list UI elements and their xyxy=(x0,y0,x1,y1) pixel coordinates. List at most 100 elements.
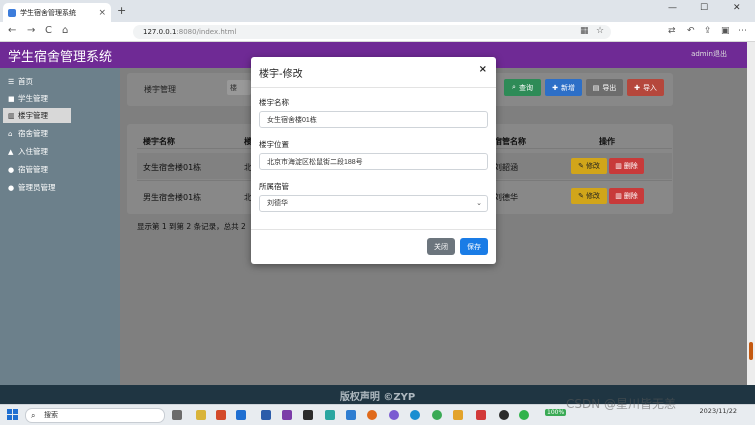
edit-button[interactable]: ✎ 修改 xyxy=(571,158,607,174)
sidebar-item-label: 学生管理 xyxy=(18,94,48,103)
modal-header-divider xyxy=(251,87,496,88)
building-location-label: 楼宇位置 xyxy=(259,140,289,149)
close-icon[interactable]: × xyxy=(479,64,487,75)
chrome-icon[interactable] xyxy=(432,410,442,420)
search-icon: ⌕ xyxy=(512,83,516,91)
page-scrollbar[interactable] xyxy=(747,42,755,385)
add-button[interactable]: ✚ 新增 xyxy=(545,79,582,96)
collections-icon[interactable]: ▣ xyxy=(721,26,730,36)
maximize-icon[interactable]: ☐ xyxy=(700,3,708,13)
windows-start-icon[interactable] xyxy=(7,409,18,420)
sidebar-item-students[interactable]: ■ 学生管理 xyxy=(8,91,48,106)
manager-select[interactable]: 刘德华 ⌄ xyxy=(259,195,488,212)
tab-close-icon[interactable]: × xyxy=(98,8,106,18)
url-host: 127.0.0.1 xyxy=(143,28,177,36)
building-icon: ▥ xyxy=(8,111,15,120)
query-button[interactable]: ⌕ 查询 xyxy=(504,79,541,96)
app-icon[interactable] xyxy=(196,410,206,420)
folder-icon[interactable] xyxy=(453,410,463,420)
terminal-icon[interactable] xyxy=(303,410,313,420)
building-name-field[interactable] xyxy=(259,111,488,128)
browser-tab[interactable]: 学生宿舍管理系统 × xyxy=(3,3,111,22)
scrollbar-thumb[interactable] xyxy=(749,342,753,360)
qq-icon[interactable] xyxy=(499,410,509,420)
manager-selected-value: 刘德华 xyxy=(267,199,288,207)
sidebar-item-supervisors[interactable]: ● 宿管管理 xyxy=(8,162,48,177)
new-tab-button[interactable]: + xyxy=(117,4,126,17)
cell-name: 女生宿舍楼01栋 xyxy=(143,163,202,172)
address-bar-row: ← → C ⌂ 127.0.0.1:8080/index.html ▦ ☆ ⇄ … xyxy=(0,22,755,42)
extension-icon[interactable]: ⇄ xyxy=(668,26,676,36)
sidebar-item-label: 楼宇管理 xyxy=(18,111,48,120)
sidebar-item-label: 管理员管理 xyxy=(18,183,56,192)
pagination-info: 显示第 1 到第 2 条记录，总共 2 xyxy=(137,222,246,231)
taskbar-search[interactable]: ⌕ 搜索 xyxy=(25,408,165,423)
url-path: :8080/index.html xyxy=(176,28,237,36)
student-icon: ■ xyxy=(8,94,15,103)
word-icon[interactable] xyxy=(261,410,271,420)
search-label: 楼宇管理 xyxy=(144,85,176,94)
admin-icon: ● xyxy=(8,183,15,192)
clock[interactable]: 2023/11/22 xyxy=(700,407,737,415)
app-icon[interactable] xyxy=(346,410,356,420)
sidebar-item-dorms[interactable]: ⌂ 宿舍管理 xyxy=(8,126,48,141)
wechat-icon[interactable] xyxy=(519,410,529,420)
delete-button[interactable]: ▥ 删除 xyxy=(609,158,644,174)
edit-button-label: 修改 xyxy=(585,192,600,200)
trash-icon: ▥ xyxy=(615,162,622,170)
edit-button[interactable]: ✎ 修改 xyxy=(571,188,607,204)
import-user-icon: ✚ xyxy=(634,83,640,92)
sidebar-item-label: 入住管理 xyxy=(18,147,48,156)
watermark: CSDN @星川皆无恙 xyxy=(566,397,677,411)
building-name-label: 楼宇名称 xyxy=(259,98,289,107)
onenote-icon[interactable] xyxy=(282,410,292,420)
back-icon[interactable]: ← xyxy=(8,25,16,36)
close-button[interactable]: 关闭 xyxy=(427,238,455,255)
sidebar-item-checkin[interactable]: ▲ 入住管理 xyxy=(8,144,48,159)
sidebar-item-home[interactable]: ☰ 首页 xyxy=(8,74,33,89)
building-location-field[interactable] xyxy=(259,153,488,170)
app-icon[interactable] xyxy=(325,410,335,420)
sidebar-item-label: 宿管管理 xyxy=(18,165,48,174)
reload-icon[interactable]: C xyxy=(45,25,52,36)
pencil-icon: ✎ xyxy=(578,162,584,170)
cell-manager: 刘韶涵 xyxy=(494,163,518,172)
windows-icon[interactable] xyxy=(236,410,246,420)
save-button[interactable]: 保存 xyxy=(460,238,488,255)
sidebar-item-admins[interactable]: ● 管理员管理 xyxy=(8,180,56,195)
trash-icon: ▥ xyxy=(615,192,622,200)
col-header-actions: 操作 xyxy=(599,137,615,146)
app-icon[interactable] xyxy=(389,410,399,420)
pencil-icon: ✎ xyxy=(578,192,584,200)
browser-tab-bar: 学生宿舍管理系统 × + — ☐ ✕ xyxy=(0,0,755,22)
edge-icon[interactable] xyxy=(410,410,420,420)
add-button-label: 新增 xyxy=(560,83,575,92)
dorm-icon: ⌂ xyxy=(8,129,13,138)
window-close-icon[interactable]: ✕ xyxy=(733,3,741,13)
col-header-manager: 宿管名称 xyxy=(494,137,526,146)
forward-icon[interactable]: → xyxy=(27,25,35,36)
import-button[interactable]: ✚ 导入 xyxy=(627,79,664,96)
search-input[interactable]: 楼 xyxy=(227,80,251,95)
url-field[interactable]: 127.0.0.1:8080/index.html xyxy=(133,25,611,39)
export-button[interactable]: ▤ 导出 xyxy=(586,79,623,96)
user-logout-link[interactable]: admin退出 xyxy=(691,49,727,59)
home-icon[interactable]: ⌂ xyxy=(62,25,68,36)
edit-building-modal: 楼宇-修改 × 楼宇名称 楼宇位置 所属宿管 刘德华 ⌄ 关闭 保存 xyxy=(251,57,496,264)
share-icon[interactable]: ⇪ xyxy=(704,26,712,36)
file-icon: ▤ xyxy=(592,83,600,92)
powerpoint-icon[interactable] xyxy=(216,410,226,420)
task-view-icon[interactable] xyxy=(172,410,182,420)
sidebar-item-buildings[interactable]: ▥ 楼宇管理 xyxy=(3,108,71,123)
tab-favicon-icon xyxy=(8,8,16,17)
favorite-star-icon[interactable]: ☆ xyxy=(596,26,604,36)
import-button-label: 导入 xyxy=(642,83,657,92)
minimize-icon[interactable]: — xyxy=(668,3,677,13)
reader-icon[interactable]: ▦ xyxy=(580,26,589,36)
firefox-icon[interactable] xyxy=(367,410,377,420)
delete-button[interactable]: ▥ 删除 xyxy=(609,188,644,204)
wps-icon[interactable] xyxy=(476,410,486,420)
undo-icon[interactable]: ↶ xyxy=(687,26,695,36)
menu-dots-icon[interactable]: ⋯ xyxy=(738,26,747,36)
chevron-down-icon: ⌄ xyxy=(476,199,482,207)
